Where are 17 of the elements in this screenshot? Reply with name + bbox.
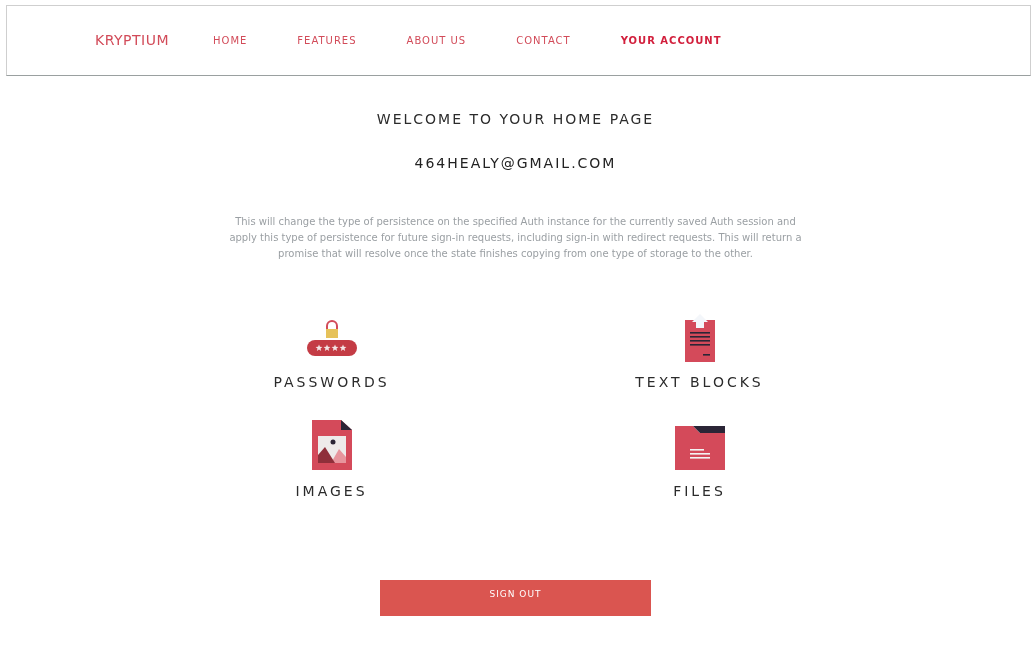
user-email: 464HEALY@GMAIL.COM [414,154,617,173]
brand-logo[interactable]: KRYPTIUM [95,30,169,51]
tile-label[interactable]: FILES [673,481,726,502]
image-file-icon [310,419,353,471]
tile-label[interactable]: TEXT BLOCKS [635,372,764,393]
nav-link[interactable]: HOME [213,33,248,48]
sign-out-button[interactable]: SIGN OUT [380,580,651,616]
tile-label[interactable]: IMAGES [295,481,368,502]
tile-label[interactable]: PASSWORDS [273,372,390,393]
folder-icon [673,425,726,471]
page-heading: WELCOME TO YOUR HOME PAGE [376,110,655,129]
document-upload-icon [682,312,717,362]
nav-link[interactable]: CONTACT [516,33,571,48]
nav-link[interactable]: YOUR ACCOUNT [620,33,722,48]
nav-link[interactable]: ABOUT US [406,33,467,48]
description-text: This will change the type of persistence on the specified Auth instance for the currently saved Auth session and apply this type of persistence for future sign-in requests, including sign-in with redirect requests. This will return a promise that will resolve once the state finishes copying from one type of storage to the other. [228,215,803,261]
nav-link[interactable]: FEATURES [297,33,357,48]
